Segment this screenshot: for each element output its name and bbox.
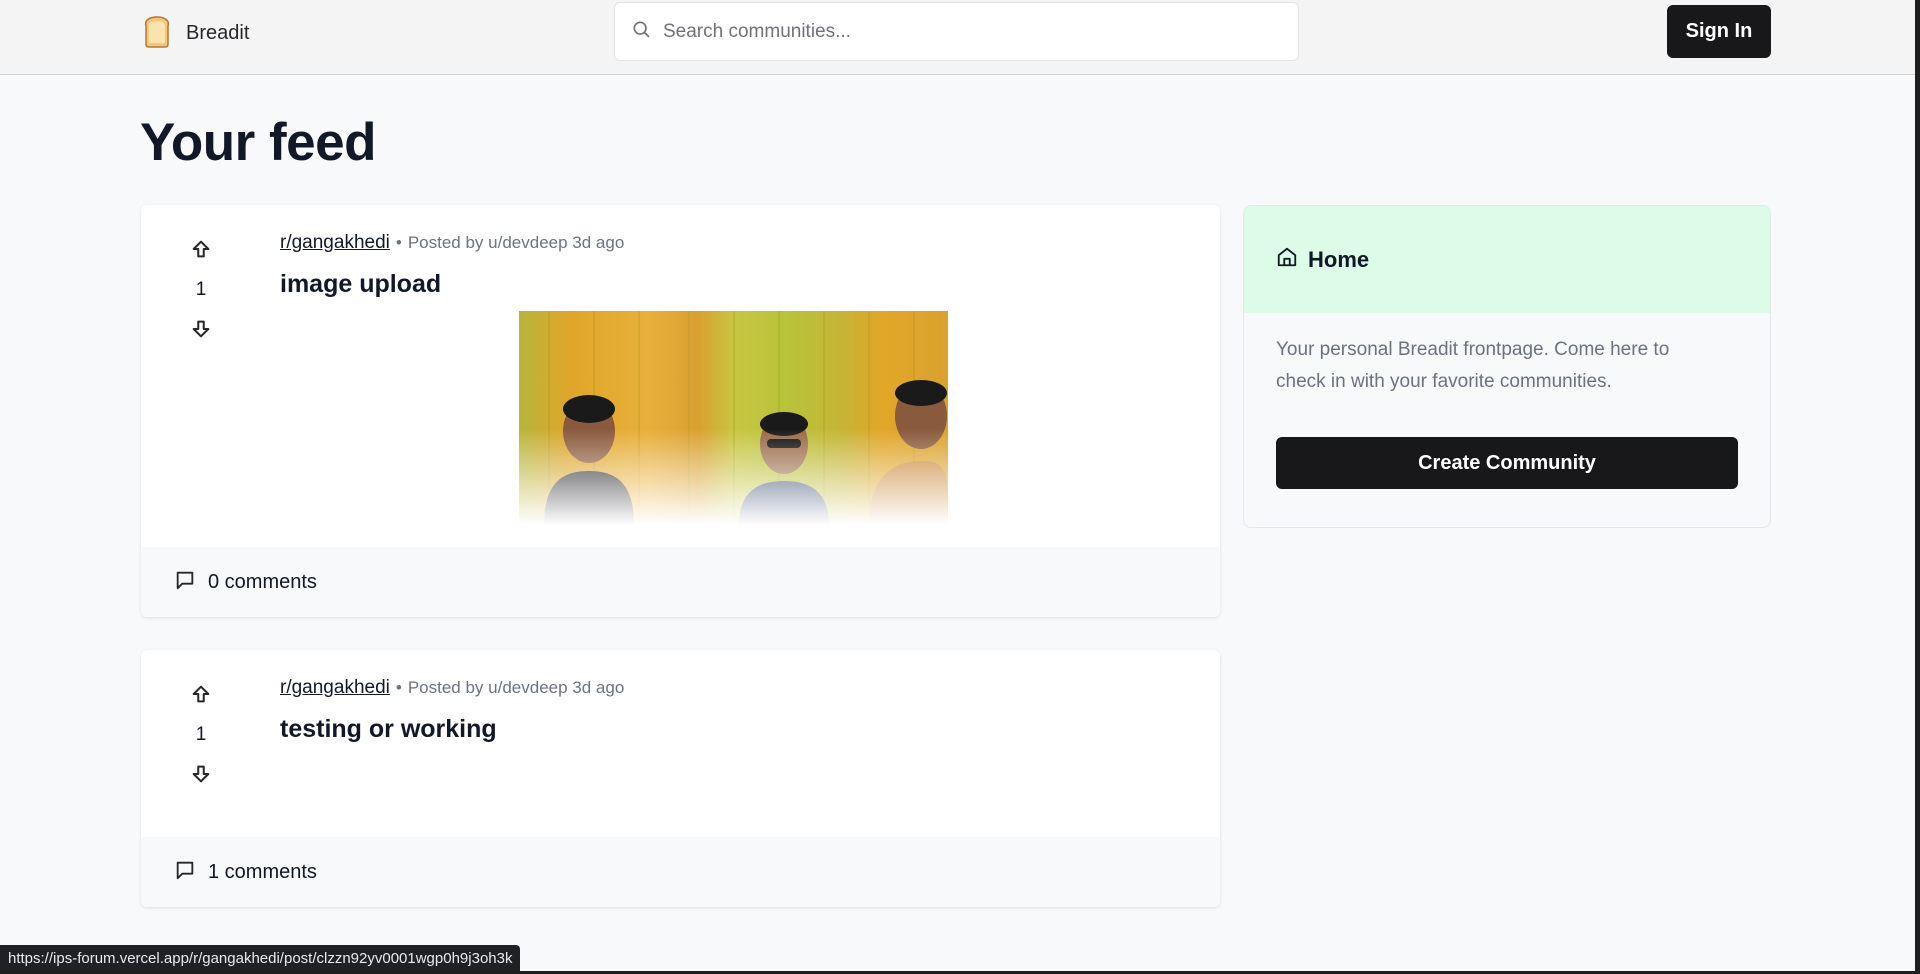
arrow-up-icon [190,238,212,263]
sidebar-description: Your personal Breadit frontpage. Come he… [1276,339,1670,392]
posted-by: Posted by u/devdeep 3d ago [407,678,625,697]
brand-link[interactable]: Breadit [140,14,249,53]
vote-column: 1 [181,235,221,345]
downvote-button[interactable] [186,315,216,345]
upvote-button[interactable] [186,680,216,710]
message-square-icon [174,859,196,886]
post-image[interactable] [519,311,948,525]
search-icon [631,19,651,44]
post-meta: r/gangakhedi • Posted by u/devdeep 3d ag… [280,677,624,699]
subreddit-link[interactable]: r/gangakhedi [280,232,390,254]
post-title[interactable]: image upload [280,270,441,299]
sign-in-button[interactable]: Sign In [1667,5,1771,58]
downvote-button[interactable] [186,760,216,790]
search-input[interactable] [663,20,1263,43]
navbar: Breadit Sign In [0,0,1920,75]
create-community-button[interactable]: Create Community [1276,437,1738,489]
upvote-button[interactable] [186,235,216,265]
posted-by: Posted by u/devdeep 3d ago [407,233,625,252]
post-card: 1 r/gangakhedi • Posted by u/devdeep 3d … [141,205,1220,617]
sidebar-header: Home [1244,206,1770,313]
comment-count: 1 comments [208,860,317,883]
post-card: 1 r/gangakhedi • Posted by u/devdeep 3d … [141,650,1220,907]
vote-count: 1 [195,724,207,745]
page-title: Your feed [140,113,377,172]
arrow-down-icon [190,763,212,788]
meta-separator: • [395,233,402,252]
vote-count: 1 [195,279,207,300]
message-square-icon [174,569,196,596]
search-bar[interactable] [614,2,1299,61]
vote-column: 1 [181,680,221,790]
window-edge-right [1915,0,1920,974]
brand-label: Breadit [186,22,250,44]
arrow-down-icon [190,318,212,343]
comments-link[interactable]: 0 comments [141,547,1220,617]
post-meta: r/gangakhedi • Posted by u/devdeep 3d ag… [280,232,624,254]
meta-separator: • [395,678,402,697]
status-bar-url: https://ips-forum.vercel.app/r/gangakhed… [0,945,521,972]
arrow-up-icon [190,683,212,708]
comment-count: 0 comments [208,570,317,593]
bread-icon [140,14,174,53]
post-title[interactable]: testing or working [280,715,497,744]
home-icon [1276,246,1298,273]
comments-link[interactable]: 1 comments [141,837,1220,907]
sidebar-title: Home [1308,246,1370,272]
home-sidebar: Home Your personal Breadit frontpage. Co… [1243,205,1771,528]
subreddit-link[interactable]: r/gangakhedi [280,677,390,699]
